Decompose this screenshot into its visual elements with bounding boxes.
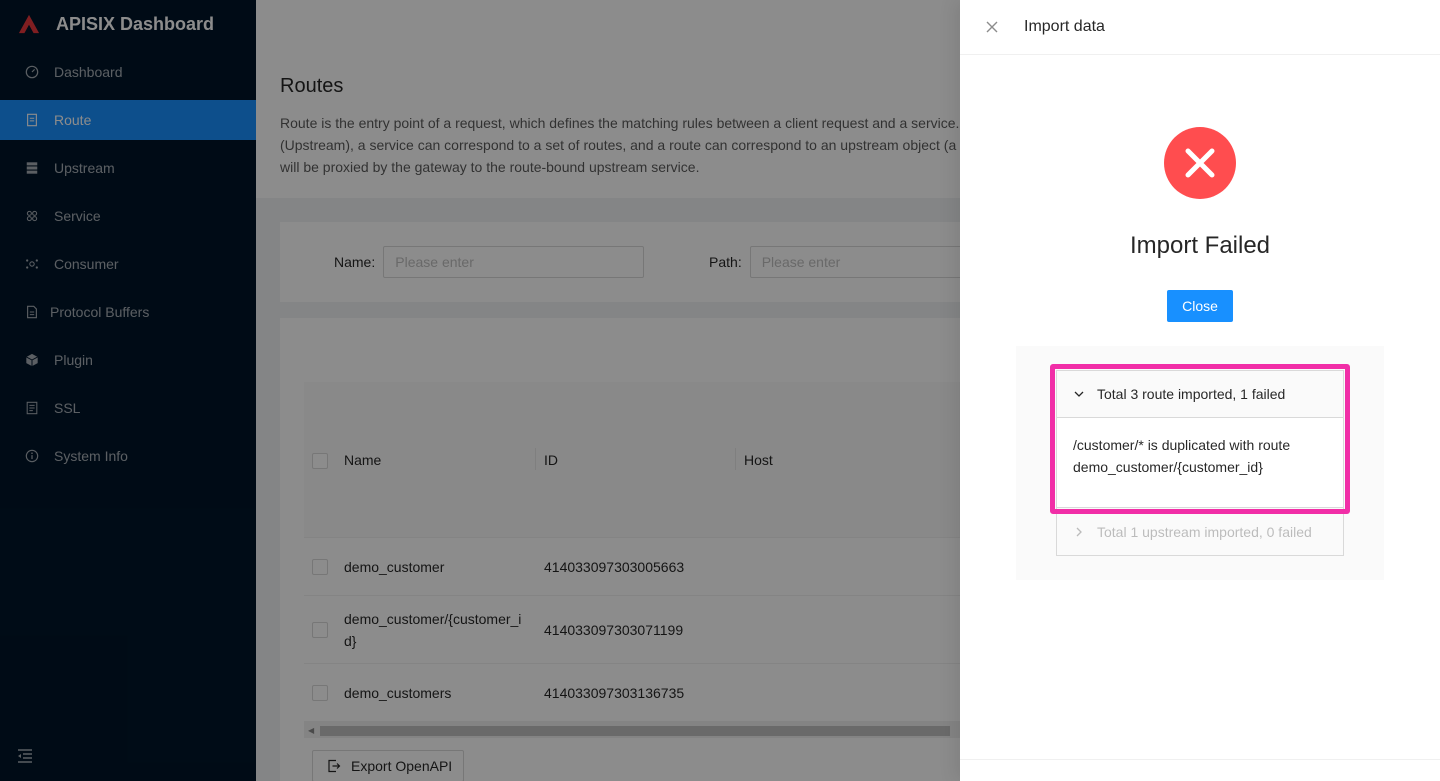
result-details: Total 3 route imported, 1 failed /custom… [1016,346,1384,580]
route-import-error: /customer/* is duplicated with route dem… [1057,418,1343,494]
route-import-summary: Total 3 route imported, 1 failed [1097,386,1286,402]
import-data-drawer: Import data Import Failed Close Total 3 … [960,0,1440,781]
upstream-import-summary: Total 1 upstream imported, 0 failed [1097,523,1312,540]
drawer-header: Import data [960,0,1440,55]
drawer-mask[interactable] [0,0,960,781]
drawer-title: Import data [1024,18,1105,35]
error-circle-icon [1164,127,1236,199]
drawer-footer [960,759,1440,781]
result-title: Import Failed [1129,232,1271,259]
close-button[interactable]: Close [1167,290,1233,322]
chevron-down-icon [1073,388,1085,400]
route-import-panel-header[interactable]: Total 3 route imported, 1 failed [1057,371,1343,418]
chevron-right-icon [1073,526,1085,538]
close-icon[interactable] [984,19,1000,35]
route-import-panel: Total 3 route imported, 1 failed /custom… [1056,370,1344,508]
upstream-import-panel-header[interactable]: Total 1 upstream imported, 0 failed [1056,508,1344,556]
